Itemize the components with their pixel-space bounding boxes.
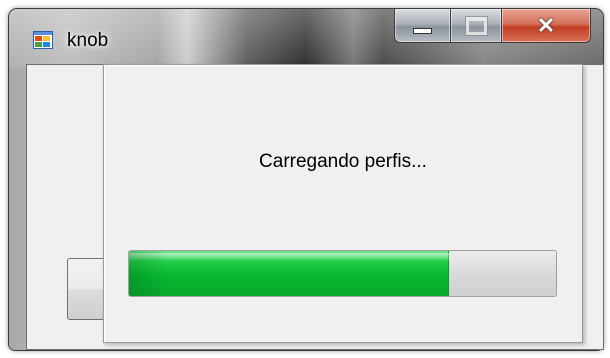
loading-progress-bar — [128, 250, 557, 297]
loading-dialog: Carregando perfis... — [103, 64, 583, 343]
app-window-icon — [33, 31, 53, 49]
loading-message: Carregando perfis... — [259, 151, 427, 172]
minimize-icon — [413, 27, 432, 34]
progress-bar-fill — [129, 251, 450, 296]
close-icon: ✕ — [536, 12, 556, 38]
maximize-icon — [464, 15, 488, 36]
maximize-button[interactable] — [451, 9, 502, 43]
caption-buttons: ✕ — [394, 9, 591, 43]
close-button[interactable]: ✕ — [502, 9, 591, 43]
minimize-button[interactable] — [394, 9, 451, 43]
window-title: knob — [67, 30, 109, 51]
